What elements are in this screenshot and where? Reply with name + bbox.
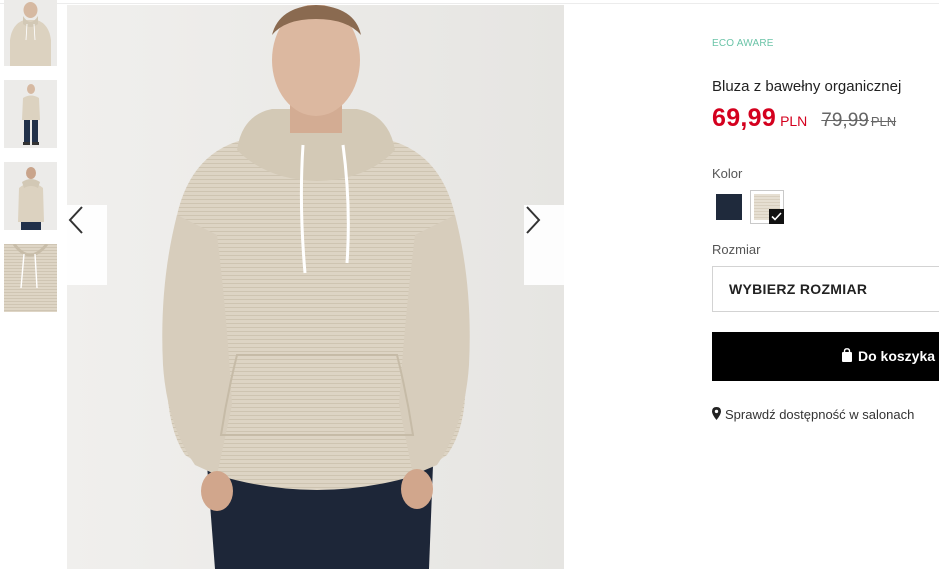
main-product-image xyxy=(67,5,564,569)
product-info-panel: ECO AWARE Bluza z bawełny organicznej 69… xyxy=(712,0,939,569)
gallery-prev-button[interactable] xyxy=(67,205,107,285)
thumbnail-4[interactable] xyxy=(4,244,57,312)
gallery-next-button[interactable] xyxy=(524,205,564,285)
product-page: ECO AWARE Bluza z bawełny organicznej 69… xyxy=(0,0,939,569)
current-price-currency: PLN xyxy=(780,113,808,129)
eco-aware-badge: ECO AWARE xyxy=(712,38,774,49)
selected-check-icon xyxy=(769,209,784,224)
swatch-navy-fill xyxy=(716,194,742,220)
location-pin-icon xyxy=(712,407,721,420)
old-price: 79,99 xyxy=(821,110,869,131)
hoodie-photo xyxy=(67,5,564,569)
store-availability-text: Sprawdź dostępność w salonach xyxy=(725,407,915,422)
color-label: Kolor xyxy=(712,166,743,181)
thumbnail-3[interactable] xyxy=(4,162,57,230)
product-title: Bluza z bawełny organicznej xyxy=(712,78,902,95)
color-swatch-beige[interactable] xyxy=(750,190,784,224)
size-select[interactable]: WYBIERZ ROZMIAR xyxy=(712,266,939,312)
store-availability-link[interactable]: Sprawdź dostępność w salonach xyxy=(712,407,914,422)
add-to-cart-label: Do koszyka xyxy=(858,348,936,364)
size-label: Rozmiar xyxy=(712,242,761,257)
price-row: 69,99 PLN 79,99 PLN xyxy=(712,104,896,133)
current-price: 69,99 xyxy=(712,104,777,132)
chevron-right-icon xyxy=(526,206,541,234)
color-swatch-navy[interactable] xyxy=(712,190,746,224)
thumbnail-2[interactable] xyxy=(4,80,57,148)
old-price-currency: PLN xyxy=(870,114,897,129)
add-to-cart-button[interactable]: Do koszyka xyxy=(712,332,939,381)
thumbnail-1[interactable] xyxy=(4,0,57,66)
chevron-left-icon xyxy=(68,206,83,234)
shopping-bag-icon xyxy=(842,348,852,362)
